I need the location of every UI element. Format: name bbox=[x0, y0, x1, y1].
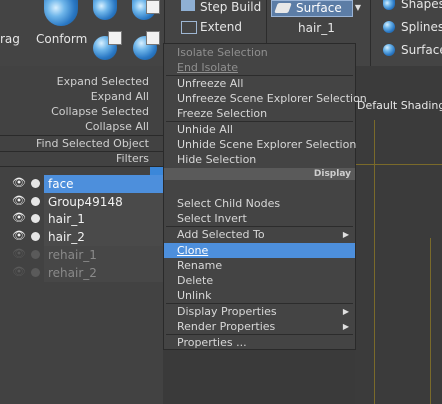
unfreeze-scene-explorer-item[interactable]: Unfreeze Scene Explorer Selection bbox=[164, 91, 367, 106]
viewport[interactable] bbox=[355, 66, 442, 404]
freeze-dot-icon[interactable] bbox=[31, 214, 40, 223]
submenu-arrow-icon: ▶ bbox=[342, 322, 349, 331]
splines-icon bbox=[383, 21, 395, 33]
visibility-eye-icon[interactable]: 👁 bbox=[12, 195, 26, 207]
isolate-selection-item[interactable]: Isolate Selection bbox=[164, 45, 355, 60]
submenu-arrow-icon: ▶ bbox=[342, 307, 349, 316]
display-section-header: Display bbox=[164, 168, 355, 180]
select-invert-item[interactable]: Select Invert bbox=[164, 211, 355, 226]
list-item-name: face bbox=[44, 175, 163, 193]
select-child-nodes-item[interactable]: Select Child Nodes bbox=[164, 196, 355, 211]
visibility-eye-icon[interactable]: 👁 bbox=[12, 177, 26, 189]
render-properties-item[interactable]: Render Properties ▶ bbox=[164, 319, 355, 334]
menu-separator bbox=[0, 166, 163, 167]
extend-icon bbox=[181, 21, 197, 34]
clone-label: Clone bbox=[177, 244, 209, 257]
freeze-dot-icon[interactable] bbox=[31, 268, 40, 277]
freeze-dot-icon[interactable] bbox=[31, 232, 40, 241]
conform-button[interactable]: Conform bbox=[36, 32, 87, 46]
list-item-name: Group49148 bbox=[44, 193, 163, 211]
delete-item[interactable]: Delete bbox=[164, 273, 355, 288]
visibility-eye-icon[interactable]: 👁 bbox=[12, 212, 26, 224]
list-item[interactable]: 👁 rehair_1 bbox=[0, 246, 163, 264]
list-item-name: hair_1 bbox=[44, 210, 163, 228]
chevron-down-icon[interactable]: ▼ bbox=[352, 0, 364, 15]
end-isolate-item[interactable]: End Isolate bbox=[164, 60, 355, 75]
surface-icon bbox=[383, 44, 395, 56]
submenu-arrow-icon: ▶ bbox=[342, 230, 349, 239]
add-selected-to-item[interactable]: Add Selected To ▶ bbox=[164, 227, 355, 242]
freeze-dot-icon[interactable] bbox=[31, 250, 40, 259]
collapse-selected-item[interactable]: Collapse Selected bbox=[0, 104, 163, 119]
clone-item[interactable]: Clone bbox=[164, 243, 355, 258]
expand-selected-item[interactable]: Expand Selected bbox=[0, 74, 163, 89]
list-item-name: rehair_1 bbox=[44, 246, 163, 264]
expand-all-item[interactable]: Expand All bbox=[0, 89, 163, 104]
list-item[interactable]: 👁 hair_1 bbox=[0, 210, 163, 228]
display-properties-item[interactable]: Display Properties ▶ bbox=[164, 304, 355, 319]
rename-item[interactable]: Rename bbox=[164, 258, 355, 273]
list-item[interactable]: 👁 hair_2 bbox=[0, 228, 163, 246]
step-build-button[interactable]: Step Build bbox=[200, 0, 261, 14]
hair-object-label: hair_1 bbox=[298, 21, 335, 35]
unhide-all-item[interactable]: Unhide All bbox=[164, 122, 355, 137]
filters-item[interactable]: Filters bbox=[0, 151, 163, 166]
unfreeze-all-item[interactable]: Unfreeze All bbox=[164, 76, 355, 91]
freeze-selection-item[interactable]: Freeze Selection bbox=[164, 106, 355, 121]
tool-badge-icon bbox=[146, 0, 160, 14]
visibility-eye-icon[interactable]: 👁 bbox=[12, 230, 26, 242]
freeze-dot-icon[interactable] bbox=[31, 197, 40, 206]
hide-selection-item[interactable]: Hide Selection bbox=[164, 152, 355, 167]
properties-item[interactable]: Properties ... bbox=[164, 335, 355, 350]
collapse-all-item[interactable]: Collapse All bbox=[0, 119, 163, 134]
extend-button[interactable]: Extend bbox=[200, 20, 242, 34]
visibility-eye-icon[interactable]: 👁 bbox=[12, 266, 26, 278]
unlink-item[interactable]: Unlink bbox=[164, 288, 355, 303]
surface-create-button[interactable]: Surface bbox=[401, 43, 442, 57]
viewport-shading-label[interactable]: Default Shading ] bbox=[357, 99, 442, 112]
splines-button[interactable]: Splines bbox=[401, 20, 442, 34]
ribbon-divider bbox=[370, 0, 371, 66]
ribbon-divider bbox=[266, 0, 267, 46]
list-item[interactable]: 👁 face bbox=[0, 175, 163, 193]
step-build-icon bbox=[181, 0, 195, 11]
surface-button[interactable]: Surface bbox=[271, 0, 353, 17]
list-item[interactable]: 👁 rehair_2 bbox=[0, 264, 163, 282]
tool-badge-icon bbox=[146, 31, 160, 45]
select-invert-label: Select Invert bbox=[177, 212, 247, 225]
conform-icon[interactable] bbox=[44, 0, 78, 26]
add-selected-to-label: Add Selected To bbox=[177, 228, 265, 241]
end-isolate-label: End Isolate bbox=[177, 61, 238, 74]
context-menu: Isolate Selection End Isolate Unfreeze A… bbox=[163, 43, 367, 350]
viewport-grid-line bbox=[355, 164, 442, 165]
surface-button-label: Surface bbox=[296, 1, 342, 15]
list-item-name: hair_2 bbox=[44, 228, 163, 246]
freeform-drag-label[interactable]: rag bbox=[0, 32, 20, 46]
find-selected-object-item[interactable]: Find Selected Object bbox=[0, 136, 163, 151]
render-properties-label: Render Properties bbox=[177, 320, 276, 333]
shapes-icon bbox=[383, 0, 395, 10]
viewport-grid-line bbox=[374, 120, 375, 404]
list-item-name: rehair_2 bbox=[44, 264, 163, 282]
display-properties-label: Display Properties bbox=[177, 305, 277, 318]
freeze-dot-icon[interactable] bbox=[31, 179, 40, 188]
visibility-eye-icon[interactable]: 👁 bbox=[12, 248, 26, 260]
unhide-scene-explorer-item[interactable]: Unhide Scene Explorer Selection bbox=[164, 137, 356, 152]
shapes-button[interactable]: Shapes bbox=[401, 0, 442, 11]
viewport-grid-line bbox=[430, 238, 431, 404]
eraser-icon bbox=[274, 3, 292, 13]
tool-badge-icon bbox=[108, 31, 122, 45]
brush-tool-icon[interactable] bbox=[93, 0, 117, 20]
list-item[interactable]: 👁 Group49148 bbox=[0, 193, 163, 211]
